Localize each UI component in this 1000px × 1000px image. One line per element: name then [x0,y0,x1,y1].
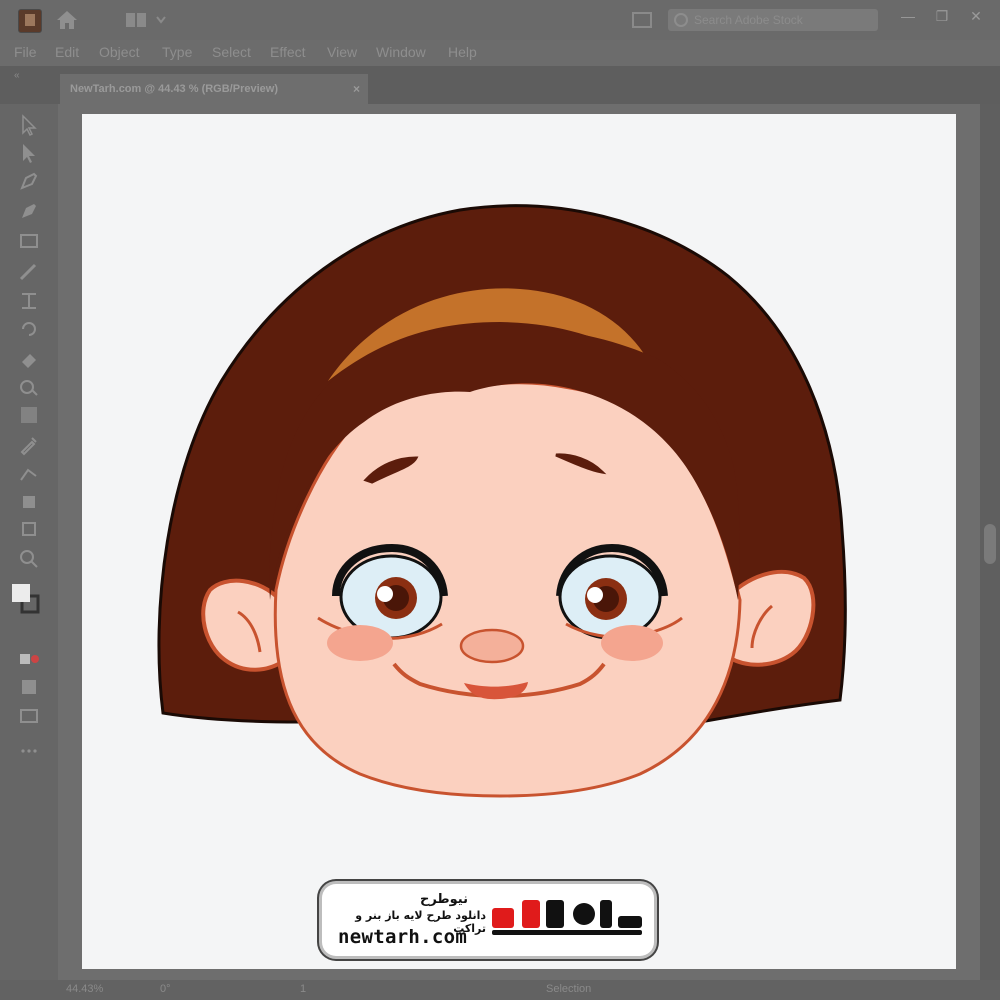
girl-face-illustration [157,204,847,798]
artboard-number[interactable]: 1 [300,983,306,995]
current-tool-label: Selection [546,983,592,995]
status-bar: 44.43% 0° 1 Selection [0,980,1000,1000]
left-eye-highlight [377,586,393,602]
watermark-url: newtarh.com [338,926,468,948]
nose [459,628,525,664]
rotation-value[interactable]: 0° [160,983,171,995]
vertical-scrollbar[interactable] [980,104,1000,980]
watermark-title: نیوطرح [419,892,468,907]
zoom-level[interactable]: 44.43% [66,983,103,995]
left-cheek [327,625,393,661]
right-eye-highlight [587,587,603,603]
scrollbar-thumb[interactable] [984,524,996,564]
right-cheek [601,625,663,661]
watermark-logo [492,900,642,935]
